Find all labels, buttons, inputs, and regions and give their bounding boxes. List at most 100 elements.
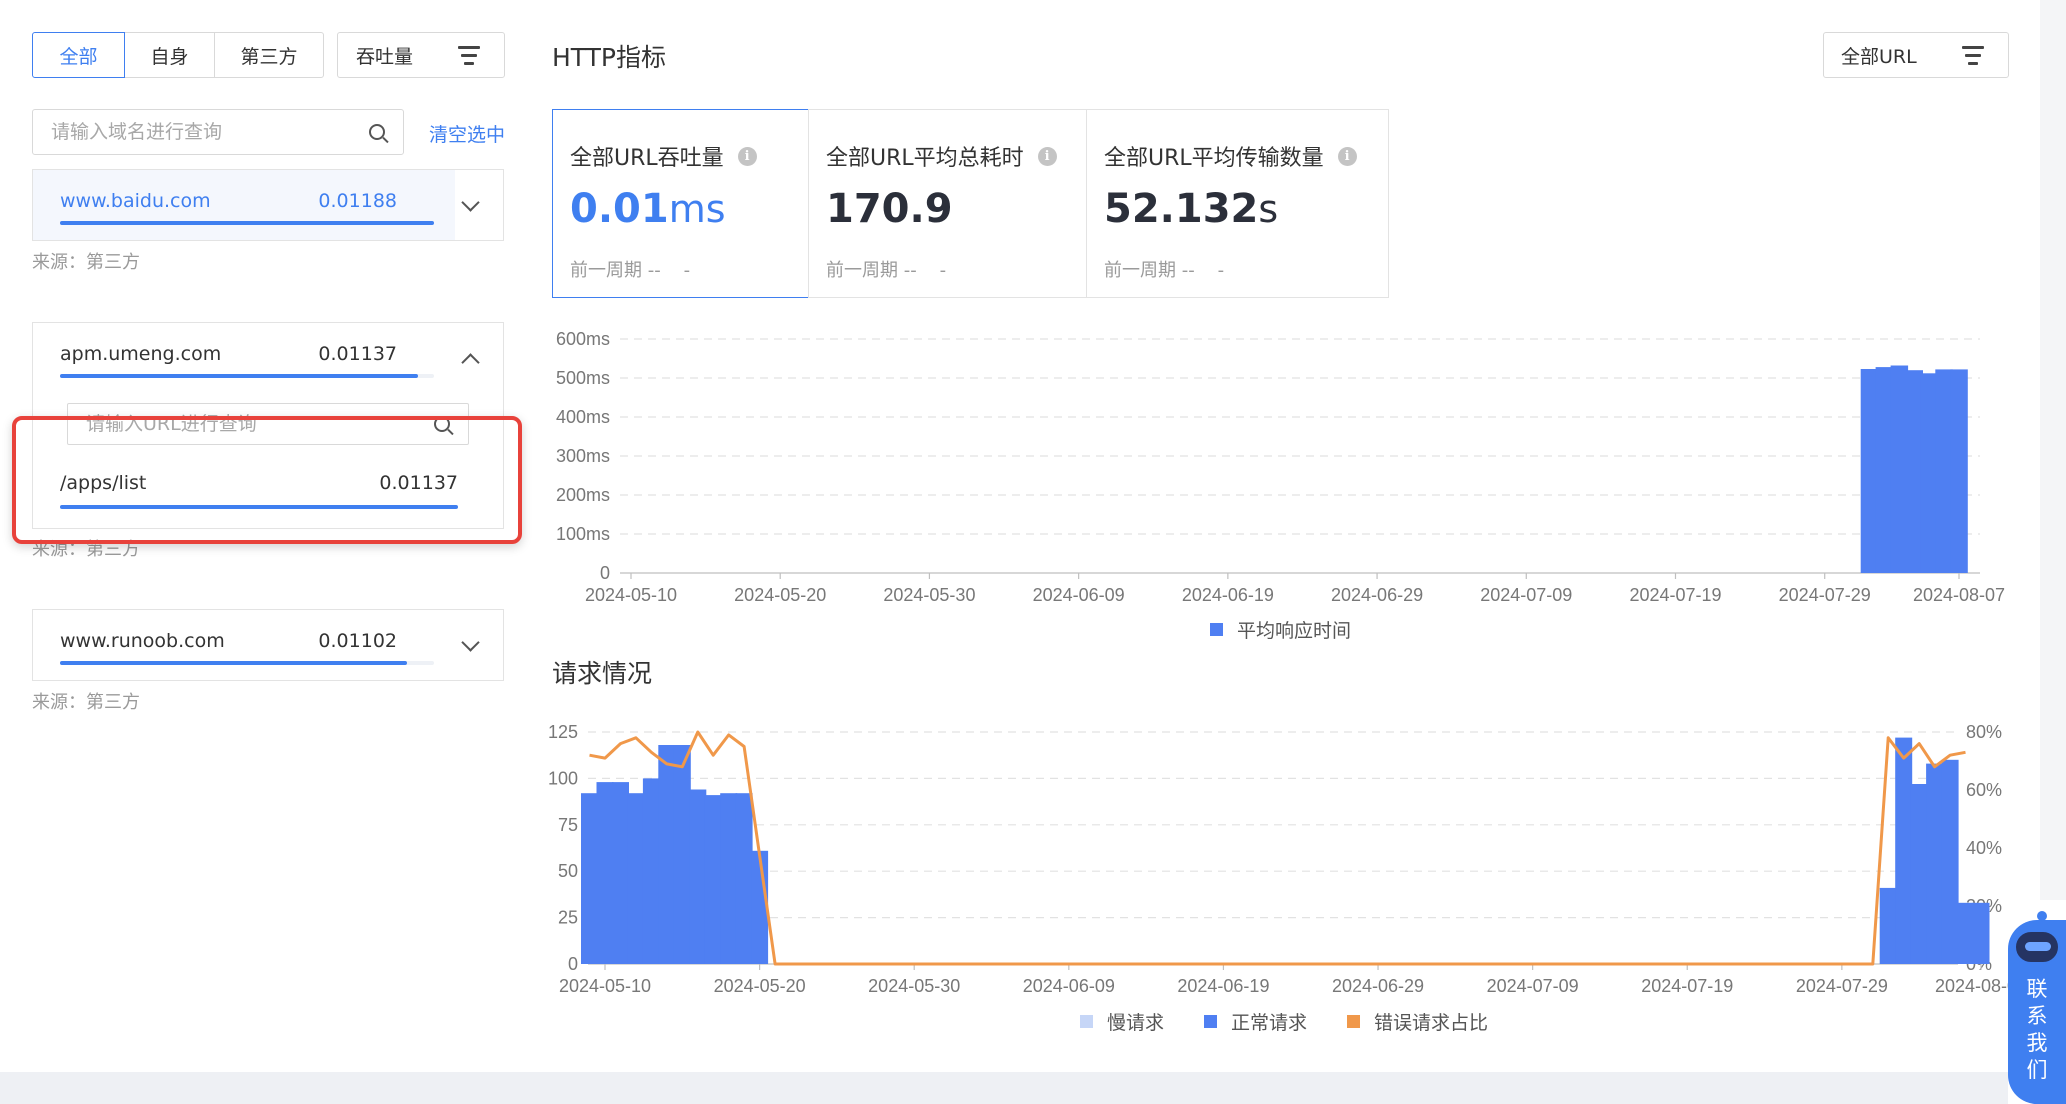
error-rate-line (589, 730, 1966, 966)
kpi-value: 52.132s (1104, 186, 1279, 232)
legend-swatch (1204, 1015, 1218, 1028)
y-tick-label: 500ms (556, 368, 610, 388)
bar (1926, 763, 1944, 964)
kpi-label: 全部URL平均传输数量 (1104, 146, 1324, 171)
domain-card[interactable]: apm.umeng.com 0.01137 /apps/list 0.01137 (32, 322, 504, 529)
contact-us-label: 联系我们 (2026, 977, 2048, 1082)
bar (658, 745, 676, 964)
bar (1905, 370, 1923, 573)
y-tick-label: 100ms (556, 524, 610, 544)
kpi-previous-period: 前一周期 -- - (1104, 260, 1225, 281)
y-tick-label: 600ms (556, 329, 610, 349)
legend-label: 正常请求 (1231, 1012, 1308, 1034)
domain-value: 0.01188 (318, 190, 397, 212)
domain-name: www.baidu.com (60, 190, 211, 212)
y-tick-label: 100 (548, 768, 578, 788)
y2-tick-label: 80% (1966, 722, 2002, 742)
metric-select[interactable]: 吞吐量 (337, 32, 505, 78)
info-icon[interactable]: i (1037, 146, 1057, 166)
x-tick-label: 2024-07-29 (1796, 976, 1888, 996)
bar (1860, 369, 1879, 573)
search-icon[interactable] (434, 416, 450, 432)
chevron-down-icon[interactable] (461, 633, 480, 652)
y-tick-label: 300ms (556, 446, 610, 466)
robot-icon (2014, 911, 2060, 964)
bar (1890, 365, 1909, 573)
bar (1972, 902, 1990, 964)
bar (1895, 737, 1913, 964)
domain-card-header[interactable]: apm.umeng.com 0.01137 (33, 323, 503, 393)
requests-title: 请求情况 (552, 659, 653, 688)
kpi-card-avg-transfer-count[interactable]: 全部URL平均传输数量 i 52.132s 前一周期 -- - (1086, 109, 1389, 298)
url-filter-select[interactable]: 全部URL (1823, 32, 2009, 78)
kpi-card-avg-total-time[interactable]: 全部URL平均总耗时 i 170.9 前一周期 -- - (808, 109, 1087, 298)
bar (704, 795, 722, 964)
chart-legend[interactable]: 平均响应时间 (1210, 616, 1351, 643)
legend-label: 错误请求占比 (1374, 1012, 1489, 1034)
x-tick-label: 2024-07-19 (1641, 976, 1733, 996)
url-share-bar (60, 505, 458, 509)
kpi-previous-period: 前一周期 -- - (570, 260, 691, 281)
y2-tick-label: 60% (1966, 780, 2002, 800)
y-tick-label: 400ms (556, 407, 610, 427)
page-scrollbar[interactable] (2040, 0, 2066, 900)
bar (642, 778, 660, 964)
y2-tick-label: 40% (1966, 838, 2002, 858)
chevron-down-icon[interactable] (461, 193, 480, 212)
info-icon[interactable]: i (737, 146, 757, 166)
domain-value: 0.01137 (318, 343, 397, 365)
chevron-up-icon[interactable] (461, 353, 480, 372)
url-item[interactable]: /apps/list 0.01137 (60, 472, 480, 512)
legend-swatch (1080, 1015, 1093, 1028)
x-tick-label: 2024-05-30 (868, 976, 960, 996)
x-tick-label: 2024-06-29 (1332, 976, 1424, 996)
domain-card-header[interactable]: www.runoob.com 0.01102 (33, 610, 503, 680)
bar (1941, 759, 1959, 964)
domain-source: 来源：第三方 (32, 539, 140, 560)
x-tick-label: 2024-07-09 (1480, 585, 1572, 605)
x-tick-label: 2024-07-29 (1779, 585, 1871, 605)
x-tick-label: 2024-05-10 (585, 585, 677, 605)
requests-chart: 02550751001250%20%40%60%80%2024-05-10202… (548, 722, 2020, 996)
domain-card[interactable]: www.runoob.com 0.01102 (32, 609, 504, 681)
y-tick-label: 25 (558, 908, 578, 928)
legend-swatch (1210, 623, 1223, 636)
domain-value: 0.01102 (318, 630, 397, 652)
kpi-card-throughput[interactable]: 全部URL吞吐量 i 0.01ms 前一周期 -- - (552, 109, 809, 298)
bar (735, 793, 753, 964)
x-tick-label: 2024-05-20 (714, 976, 806, 996)
clear-selection-link[interactable]: 清空选中 (429, 120, 505, 147)
legend-swatch (1347, 1015, 1361, 1028)
domain-source: 来源：第三方 (32, 252, 140, 273)
tab-all[interactable]: 全部 (32, 32, 125, 78)
contact-us-widget[interactable]: 联系我们 (2008, 911, 2066, 1104)
domain-search (32, 109, 404, 155)
url-search (67, 403, 469, 445)
bar (581, 793, 598, 964)
legend-label: 慢请求 (1107, 1012, 1165, 1034)
x-tick-label: 2024-06-19 (1177, 976, 1269, 996)
bar (1950, 369, 1968, 573)
chart-legend[interactable]: 慢请求 正常请求 错误请求占比 (1080, 1008, 1488, 1035)
tab-self[interactable]: 自身 (124, 32, 215, 78)
url-value: 0.01137 (379, 472, 458, 494)
domain-card[interactable]: www.baidu.com 0.01188 (32, 169, 504, 241)
x-tick-label: 2024-06-19 (1182, 585, 1274, 605)
source-filter-tabs: 全部 自身 第三方 (32, 32, 324, 78)
search-icon[interactable] (369, 124, 385, 140)
info-icon[interactable]: i (1337, 146, 1357, 166)
kpi-previous-period: 前一周期 -- - (826, 260, 947, 281)
x-tick-label: 2024-05-30 (883, 585, 975, 605)
url-search-input[interactable] (86, 413, 434, 435)
domain-share-bar (60, 374, 434, 378)
kpi-label: 全部URL平均总耗时 (826, 146, 1024, 171)
bar (1875, 367, 1894, 573)
domain-share-bar (60, 661, 434, 665)
tab-third-party[interactable]: 第三方 (214, 32, 324, 78)
domain-source: 来源：第三方 (32, 692, 140, 713)
bar (612, 782, 629, 964)
bar (627, 793, 645, 964)
domain-card-header[interactable]: www.baidu.com 0.01188 (33, 170, 503, 240)
domain-search-input[interactable] (51, 121, 369, 143)
x-tick-label: 2024-06-09 (1023, 976, 1115, 996)
